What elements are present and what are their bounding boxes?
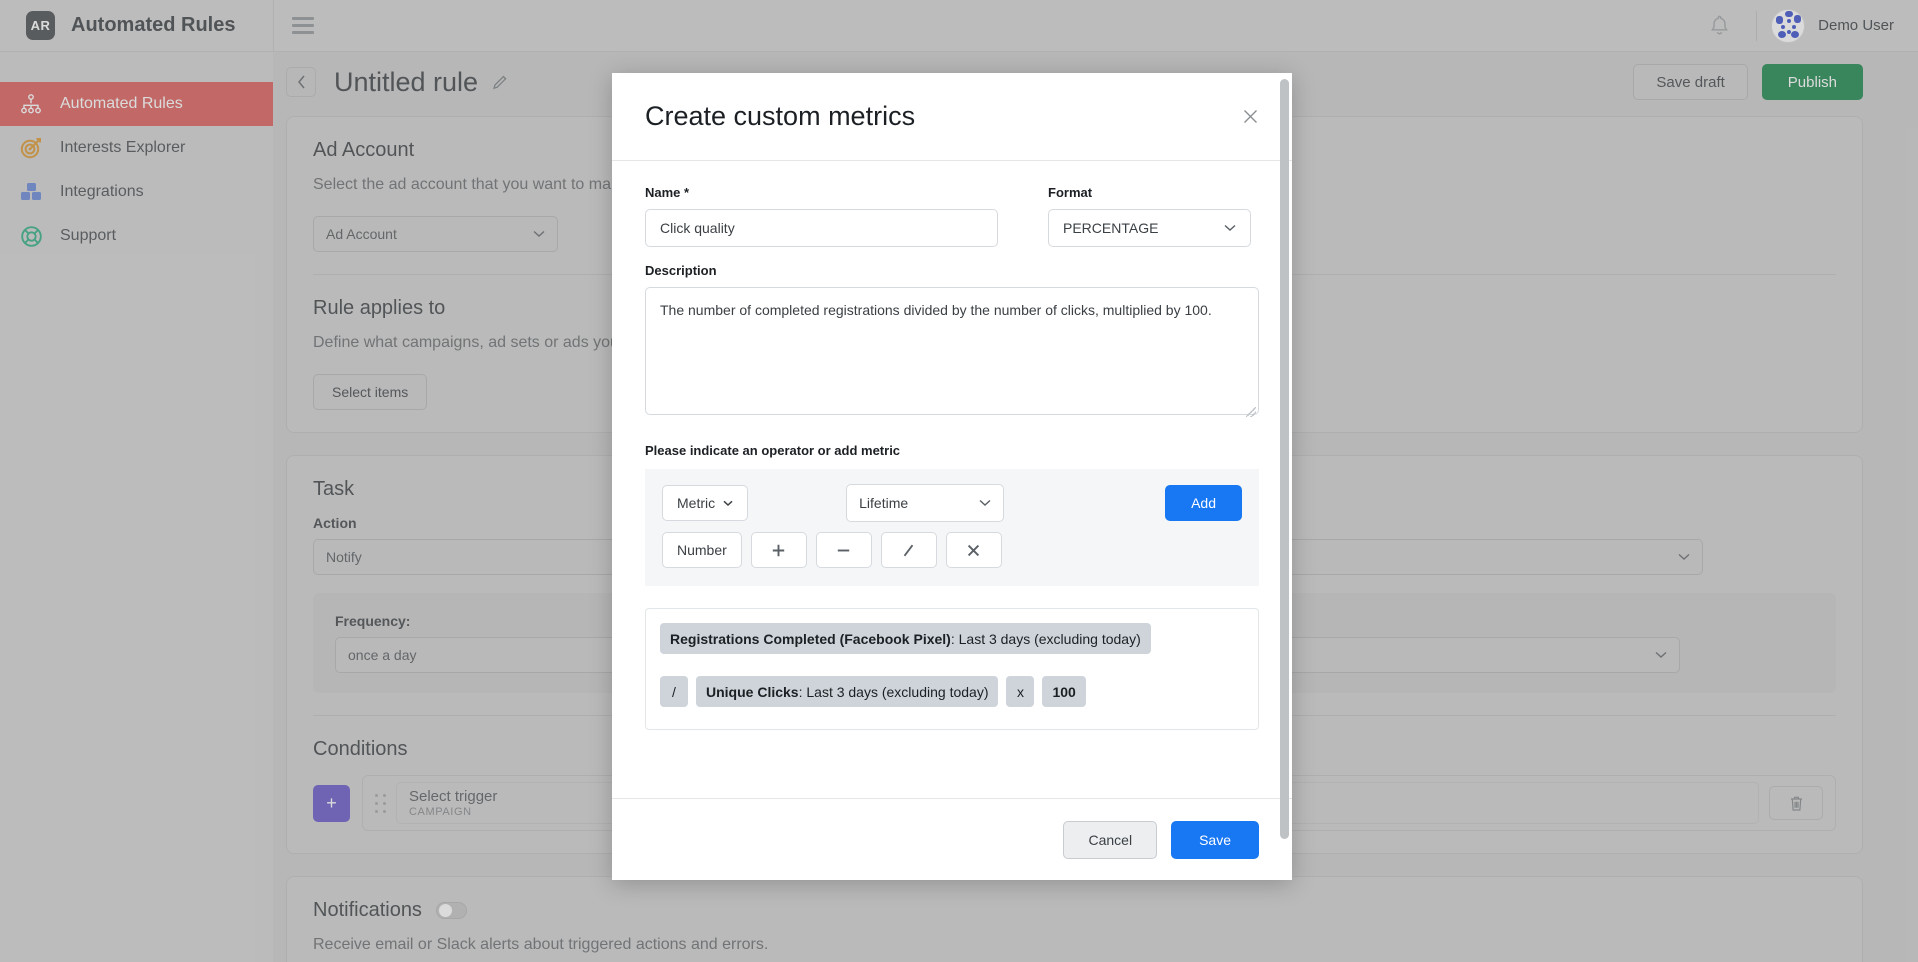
formula-number-chip[interactable]: 100 bbox=[1042, 676, 1086, 707]
operator-row-secondary: Number bbox=[662, 532, 1242, 568]
modal-header: Create custom metrics bbox=[612, 73, 1292, 161]
period-select-value: Lifetime bbox=[859, 495, 909, 511]
metric-chip[interactable]: Registrations Completed (Facebook Pixel)… bbox=[660, 623, 1151, 654]
operator-row-primary: Metric Lifetime Add bbox=[662, 484, 1242, 522]
name-group: Name * bbox=[645, 185, 998, 247]
metric-chip-name: Unique Clicks bbox=[706, 683, 799, 700]
formula-line: / Unique Clicks: Last 3 days (excluding … bbox=[660, 676, 1244, 707]
operator-section-label: Please indicate an operator or add metri… bbox=[645, 443, 901, 458]
chevron-down-icon bbox=[723, 500, 733, 507]
formula-operator-chip[interactable]: x bbox=[1006, 676, 1035, 707]
formula-operator-chip[interactable]: / bbox=[660, 676, 688, 707]
modal-title: Create custom metrics bbox=[645, 101, 916, 131]
format-select-value: PERCENTAGE bbox=[1063, 220, 1159, 236]
number-button[interactable]: Number bbox=[662, 532, 742, 568]
operator-divide-button[interactable] bbox=[880, 532, 937, 568]
name-label: Name * bbox=[645, 185, 690, 200]
modal-footer: Cancel Save bbox=[612, 798, 1292, 880]
description-textarea[interactable]: The number of completed registrations di… bbox=[645, 287, 1259, 415]
save-button[interactable]: Save bbox=[1171, 820, 1259, 859]
cancel-button[interactable]: Cancel bbox=[1063, 820, 1158, 859]
metric-chip[interactable]: Unique Clicks: Last 3 days (excluding to… bbox=[696, 676, 999, 707]
operator-plus-button[interactable] bbox=[750, 532, 807, 568]
resize-handle-icon[interactable] bbox=[1246, 407, 1256, 417]
format-group: Format PERCENTAGE bbox=[1048, 185, 1251, 247]
format-label: Format bbox=[1048, 185, 1093, 200]
name-format-row: Name * Format PERCENTAGE bbox=[645, 185, 1259, 247]
chevron-down-icon bbox=[1224, 224, 1236, 232]
app-root: AR Automated Rules Demo User Automated R… bbox=[0, 0, 1918, 962]
format-select[interactable]: PERCENTAGE bbox=[1048, 209, 1251, 247]
add-metric-button[interactable]: Add bbox=[1165, 485, 1242, 521]
metric-dropdown-button[interactable]: Metric bbox=[662, 485, 749, 521]
formula-builder[interactable]: Registrations Completed (Facebook Pixel)… bbox=[645, 608, 1259, 730]
metric-chip-period: : Last 3 days (excluding today) bbox=[798, 683, 989, 700]
description-label: Description bbox=[645, 263, 717, 278]
metric-chip-name: Registrations Completed (Facebook Pixel) bbox=[670, 630, 951, 647]
description-group: Description The number of completed regi… bbox=[645, 263, 1259, 420]
period-select[interactable]: Lifetime bbox=[846, 484, 1005, 522]
metric-dropdown-label: Metric bbox=[677, 495, 716, 511]
metric-chip-period: : Last 3 days (excluding today) bbox=[950, 630, 1141, 647]
name-input[interactable] bbox=[645, 209, 998, 247]
create-custom-metrics-dialog: Create custom metrics Name * Format PERC… bbox=[612, 73, 1292, 880]
close-icon[interactable] bbox=[1243, 109, 1258, 124]
chevron-down-icon bbox=[979, 499, 991, 507]
modal-body: Name * Format PERCENTAGE Description bbox=[612, 161, 1292, 798]
operator-multiply-button[interactable] bbox=[945, 532, 1002, 568]
operator-panel: Metric Lifetime Add Number bbox=[645, 469, 1259, 586]
operator-minus-button[interactable] bbox=[815, 532, 872, 568]
formula-line: Registrations Completed (Facebook Pixel)… bbox=[660, 623, 1244, 654]
